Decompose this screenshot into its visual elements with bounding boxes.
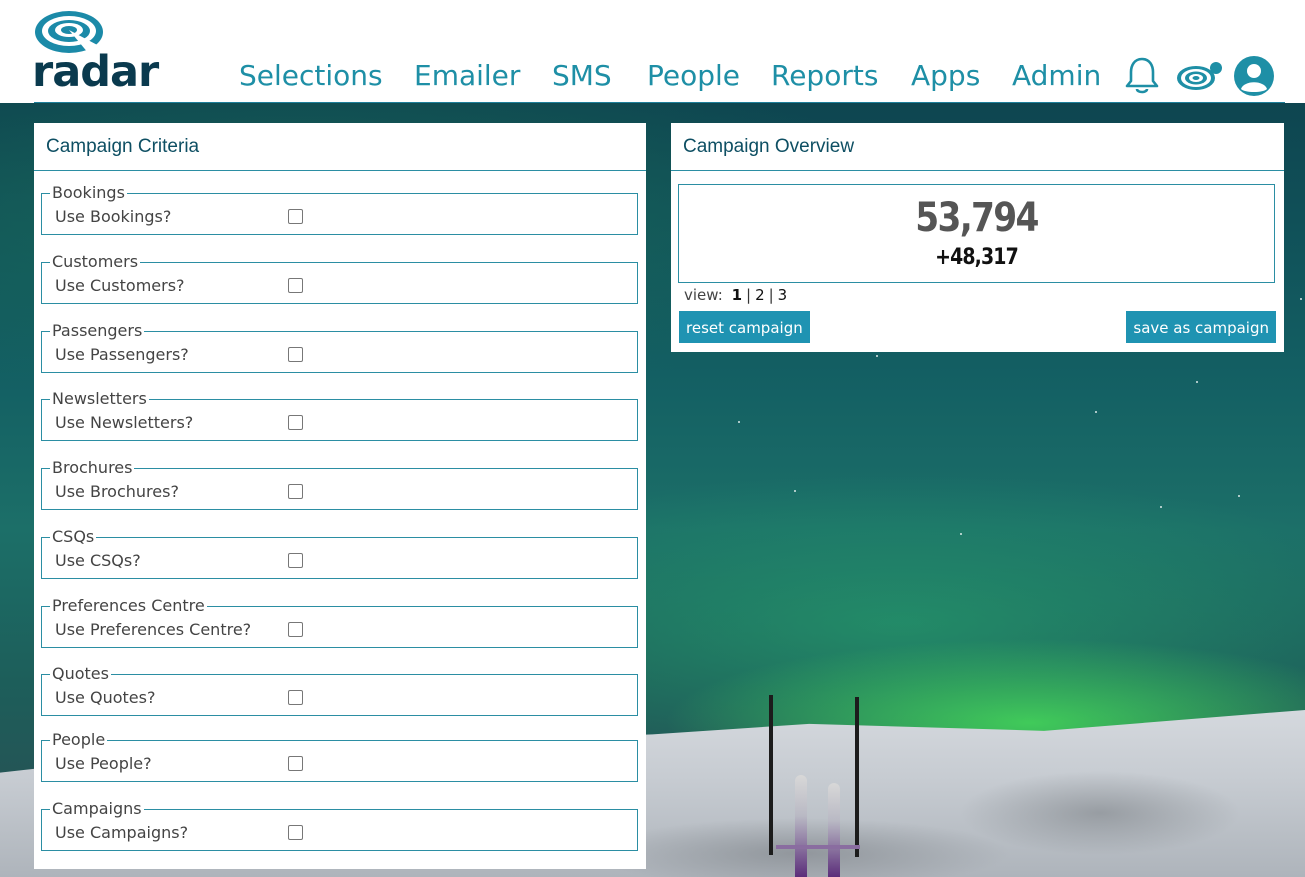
group-legend: Preferences Centre — [52, 596, 205, 615]
nav-reports[interactable]: Reports — [771, 56, 878, 96]
group-row: Use Customers? — [42, 271, 637, 303]
use-bookings-label: Use Bookings? — [55, 207, 172, 226]
use-bookings-checkbox[interactable] — [288, 209, 303, 224]
view-pager: view: 1 | 2 | 3 — [684, 285, 791, 305]
campaign-overview-panel: Campaign Overview 53,794 +48,317 view: 1… — [671, 123, 1284, 352]
criteria-group-newsletters: Newsletters Use Newsletters? — [41, 390, 638, 441]
star — [1300, 298, 1302, 300]
nav-apps[interactable]: Apps — [911, 56, 980, 96]
use-people-checkbox[interactable] — [288, 756, 303, 771]
star — [1160, 506, 1162, 508]
group-row: Use CSQs? — [42, 546, 637, 578]
group-legend: Campaigns — [52, 799, 142, 818]
view-label: view: — [684, 286, 723, 304]
ski — [828, 783, 840, 877]
use-passengers-checkbox[interactable] — [288, 347, 303, 362]
ski-pole — [855, 697, 859, 857]
group-row: Use Passengers? — [42, 340, 637, 372]
save-as-campaign-button[interactable]: save as campaign — [1126, 311, 1276, 343]
user-icon[interactable] — [1233, 55, 1275, 97]
nav-emailer[interactable]: Emailer — [414, 56, 520, 96]
criteria-group-quotes: Quotes Use Quotes? — [41, 665, 638, 716]
use-csqs-label: Use CSQs? — [55, 551, 141, 570]
campaign-count: 53,794 — [915, 195, 1039, 241]
use-campaigns-checkbox[interactable] — [288, 825, 303, 840]
group-row: Use Bookings? — [42, 202, 637, 234]
group-legend: CSQs — [52, 527, 95, 546]
view-page-2[interactable]: 2 — [751, 286, 769, 304]
star — [1238, 495, 1240, 497]
pager-separator: | — [768, 286, 774, 304]
group-row: Use People? — [42, 749, 637, 781]
criteria-group-preferences-centre: Preferences Centre Use Preferences Centre… — [41, 597, 638, 648]
criteria-group-brochures: Brochures Use Brochures? — [41, 459, 638, 510]
nav-sms[interactable]: SMS — [552, 56, 612, 96]
star — [1095, 411, 1097, 413]
use-brochures-checkbox[interactable] — [288, 484, 303, 499]
nav-selections[interactable]: Selections — [239, 56, 383, 96]
view-page-1[interactable]: 1 — [728, 286, 746, 304]
criteria-group-passengers: Passengers Use Passengers? — [41, 322, 638, 373]
criteria-group-campaigns: Campaigns Use Campaigns? — [41, 800, 638, 851]
top-header: radar Selections Emailer SMS People Repo… — [0, 0, 1305, 103]
star — [1196, 381, 1198, 383]
use-quotes-label: Use Quotes? — [55, 688, 156, 707]
header-divider — [34, 102, 1285, 103]
logo-text: radar — [32, 47, 159, 97]
nav-people[interactable]: People — [647, 56, 740, 96]
ski — [795, 775, 807, 877]
group-legend: Quotes — [52, 664, 109, 683]
criteria-group-csqs: CSQs Use CSQs? — [41, 528, 638, 579]
star — [738, 421, 740, 423]
use-passengers-label: Use Passengers? — [55, 345, 189, 364]
use-preferences-centre-checkbox[interactable] — [288, 622, 303, 637]
use-quotes-checkbox[interactable] — [288, 690, 303, 705]
criteria-group-customers: Customers Use Customers? — [41, 253, 638, 304]
ski-pole — [769, 695, 773, 855]
campaign-count-delta: +48,317 — [935, 245, 1019, 270]
use-csqs-checkbox[interactable] — [288, 553, 303, 568]
use-campaigns-label: Use Campaigns? — [55, 823, 189, 842]
group-legend: People — [52, 730, 106, 749]
star — [876, 355, 878, 357]
group-legend: Bookings — [52, 183, 125, 202]
campaign-criteria-panel: Campaign Criteria Bookings Use Bookings? C… — [34, 123, 646, 869]
bell-icon[interactable] — [1124, 56, 1160, 96]
use-people-label: Use People? — [55, 754, 152, 773]
group-row: Use Quotes? — [42, 683, 637, 715]
radar-icon[interactable] — [1176, 60, 1224, 92]
group-row: Use Campaigns? — [42, 818, 637, 850]
group-legend: Customers — [52, 252, 139, 271]
radar-logo[interactable]: radar — [32, 8, 172, 97]
use-preferences-centre-label: Use Preferences Centre? — [55, 620, 252, 639]
group-legend: Passengers — [52, 321, 143, 340]
group-legend: Brochures — [52, 458, 133, 477]
panel-title: Campaign Overview — [671, 123, 1284, 171]
group-legend: Newsletters — [52, 389, 147, 408]
use-customers-label: Use Customers? — [55, 276, 185, 295]
use-newsletters-checkbox[interactable] — [288, 415, 303, 430]
ski-bar — [776, 845, 860, 849]
criteria-group-bookings: Bookings Use Bookings? — [41, 184, 638, 235]
reset-campaign-button[interactable]: reset campaign — [679, 311, 810, 343]
nav-admin[interactable]: Admin — [1012, 56, 1101, 96]
star — [794, 490, 796, 492]
use-customers-checkbox[interactable] — [288, 278, 303, 293]
group-row: Use Newsletters? — [42, 408, 637, 440]
count-display: 53,794 +48,317 — [678, 184, 1275, 283]
criteria-group-people: People Use People? — [41, 731, 638, 782]
use-newsletters-label: Use Newsletters? — [55, 413, 194, 432]
use-brochures-label: Use Brochures? — [55, 482, 179, 501]
view-page-3[interactable]: 3 — [774, 286, 792, 304]
panel-title: Campaign Criteria — [34, 123, 646, 171]
group-row: Use Preferences Centre? — [42, 615, 637, 647]
star — [960, 533, 962, 535]
group-row: Use Brochures? — [42, 477, 637, 509]
